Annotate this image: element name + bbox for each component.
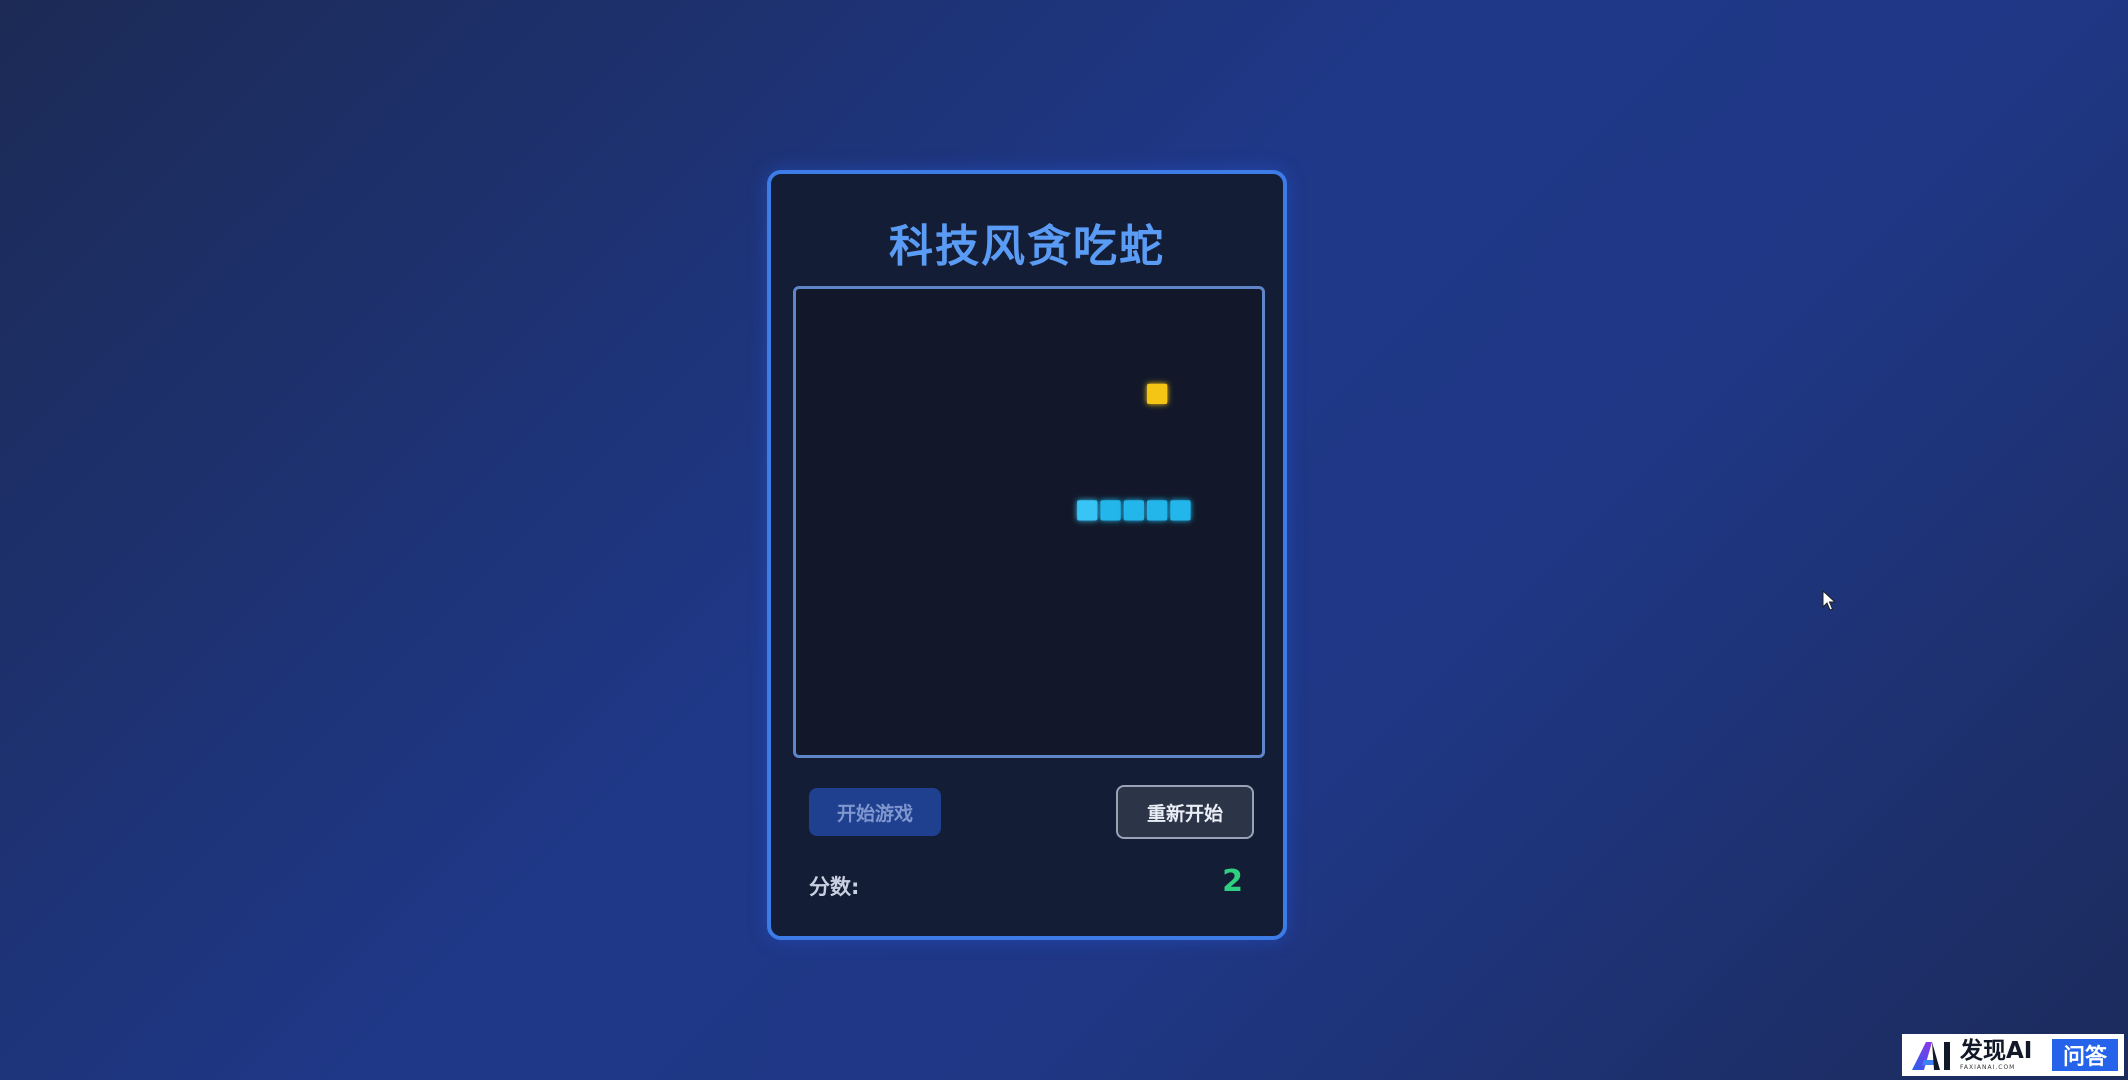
ai-logo-icon [1912, 1042, 1950, 1070]
snake-head [1077, 500, 1098, 521]
mouse-cursor-icon [1822, 590, 1837, 611]
watermark-title: 发现AI [1960, 1037, 2033, 1064]
snake-segment [1170, 500, 1191, 521]
game-canvas [1077, 383, 1191, 521]
snake-segment [1123, 500, 1144, 521]
watermark-badge: 发现AI FAXIANAI.COM 问答 [1902, 1034, 2124, 1076]
game-title: 科技风贪吃蛇 [889, 221, 1165, 272]
food-pellet [1147, 383, 1168, 404]
snake-segment [1100, 500, 1121, 521]
score-label: 分数: [809, 875, 860, 899]
game-board[interactable] [793, 286, 1265, 758]
restart-button[interactable]: 重新开始 [1116, 785, 1254, 839]
snake-segment [1147, 500, 1168, 521]
watermark-tag: 问答 [2052, 1039, 2118, 1071]
score-value: 2 [1222, 864, 1243, 899]
game-panel: 科技风贪吃蛇 开始游戏 重新开始 分数: 2 [767, 170, 1287, 940]
start-game-button[interactable]: 开始游戏 [809, 788, 941, 836]
watermark-url: FAXIANAI.COM [1960, 1063, 2016, 1071]
